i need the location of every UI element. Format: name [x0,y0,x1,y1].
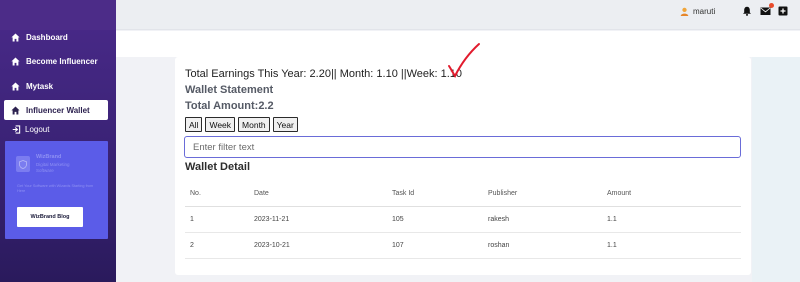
wallet-card: Total Earnings This Year: 2.20|| Month: … [175,43,751,275]
sidebar-item-mytask[interactable]: Mytask [4,76,108,96]
total-amount: Total Amount:2.2 [185,100,274,112]
checkmark-annotation [448,43,480,78]
wizbrand-blog-button[interactable]: WizBrand Blog [17,207,83,227]
wallet-statement-title: Wallet Statement [185,84,274,96]
home-icon [11,81,20,91]
top-bar: maruti [116,0,800,30]
sidebar-item-influencer-wallet[interactable]: Influencer Wallet [4,100,108,120]
table-cell: rakesh [488,206,607,233]
sidebar-item-label: Influencer Wallet [26,105,90,115]
right-panel [752,57,800,282]
column-header: Task Id [392,181,488,207]
sidebar-item-label: Dashboard [26,32,68,42]
filter-week-button[interactable]: Week [205,117,236,132]
user-avatar-icon [680,7,689,16]
sidebar-item-label: Mytask [26,81,54,91]
sidebar-item-label: Become Influencer [26,56,98,66]
home-icon [11,32,20,42]
promo-description: Get Your Software with Wizards Starting … [17,184,94,193]
column-header: Date [254,181,392,207]
wallet-detail-title: Wallet Detail [185,161,250,173]
promo-card: WizBrand Digital Marketing Software Get … [5,141,108,239]
table-row: 1 2023-11-21 105 rakesh 1.1 [185,206,741,233]
logout-link[interactable]: Logout [12,125,49,134]
promo-subtitle: Digital Marketing Software [36,162,70,173]
table-cell: 105 [392,206,488,233]
sidebar-item-become-influencer[interactable]: Become Influencer [4,51,108,71]
home-icon [11,105,20,115]
logout-icon [12,125,21,134]
table-header-row: No. Date Task Id Publisher Amount [185,181,741,207]
shield-icon [16,156,30,172]
username: maruti [693,7,716,16]
table-cell: 1 [185,206,254,233]
table-cell: 1.1 [607,206,741,233]
filter-year-button[interactable]: Year [272,117,298,132]
column-header: No. [185,181,254,207]
table-cell: 107 [392,232,488,259]
home-icon [11,56,20,66]
earnings-summary: Total Earnings This Year: 2.20|| Month: … [185,68,463,80]
column-header: Publisher [488,181,607,207]
user-menu[interactable]: maruti [680,7,715,16]
sidebar-brand-strip [0,0,116,30]
table-cell: 1.1 [607,232,741,259]
filter-input[interactable] [184,136,741,158]
filter-month-button[interactable]: Month [238,117,270,132]
table-cell: roshan [488,232,607,259]
period-filter-buttons: All Week Month Year [185,117,298,132]
notification-badge [769,3,774,8]
bell-icon[interactable] [742,6,752,16]
logout-label: Logout [25,125,50,134]
sidebar: Dashboard Become Influencer Mytask Influ… [0,0,116,282]
table-cell: 2023-10-21 [254,232,392,259]
table-row: 2 2023-10-21 107 roshan 1.1 [185,232,741,259]
promo-title: WizBrand [36,154,62,160]
table-cell: 2023-11-21 [254,206,392,233]
table-cell: 2 [185,232,254,259]
sidebar-item-dashboard[interactable]: Dashboard [4,27,108,47]
column-header: Amount [607,181,741,207]
plus-square-icon[interactable] [778,6,788,16]
filter-all-button[interactable]: All [185,117,203,132]
wallet-detail-table: No. Date Task Id Publisher Amount 1 2023… [185,181,741,259]
